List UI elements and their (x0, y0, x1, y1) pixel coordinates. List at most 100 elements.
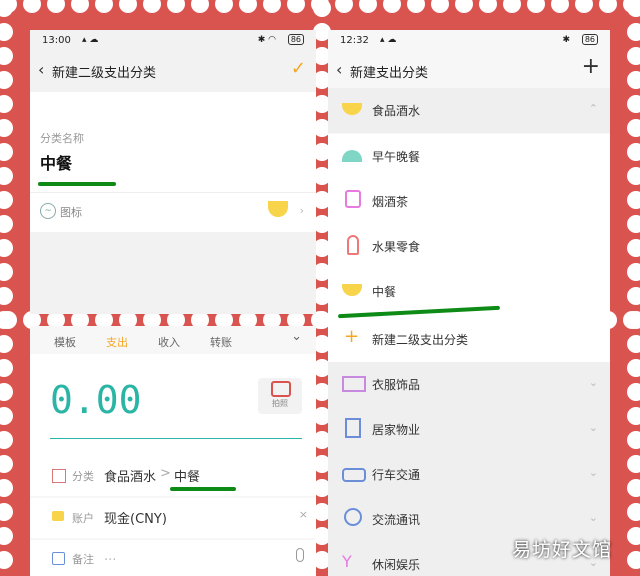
tab-bar: 模板 支出 收入 转账 ⌄ (30, 326, 316, 352)
note-label: 备注 (72, 553, 94, 566)
category-separator: > (160, 466, 171, 481)
perforation-hole (627, 263, 640, 281)
bluetooth-icon: ✱ (562, 35, 570, 45)
add-subcategory-row[interactable]: + 新建二级支出分类 (328, 317, 610, 362)
perforation-hole (627, 95, 640, 113)
name-card: 分类名称 中餐 ~ 图标 › (30, 92, 316, 232)
perforation-hole (623, 311, 640, 329)
category-list-panel: 12:32 ▴ ☁ ✱ 86 ‹ 新建支出分类 + 食品酒水 ⌃ 早午晚餐 烟酒… (328, 30, 610, 576)
clear-icon[interactable]: × (299, 508, 308, 521)
perforation-hole (627, 551, 640, 569)
sub-item[interactable]: 烟酒茶 (328, 179, 610, 224)
camera-button[interactable]: 拍照 (258, 378, 302, 414)
perforation-hole (627, 47, 640, 65)
sub-item[interactable]: 早午晚餐 (328, 134, 610, 179)
account-row[interactable]: 账户 现金(CNY) × (30, 498, 316, 538)
page-title: 新建支出分类 (350, 66, 429, 81)
perforation-hole (627, 431, 640, 449)
category-item-label: 居家物业 (372, 423, 421, 437)
microphone-icon[interactable] (296, 548, 304, 562)
top-nav: ‹ 新建二级支出分类 ✓ (30, 52, 316, 90)
chevron-right-icon: › (299, 204, 304, 217)
category-name-input[interactable]: 中餐 (40, 150, 72, 174)
green-underline (170, 487, 236, 491)
sub-item[interactable]: 水果零食 (328, 224, 610, 269)
category-item-label: 休闲娱乐 (372, 558, 421, 572)
category-item-label: 交流通讯 (372, 513, 421, 527)
perforation-hole (627, 455, 640, 473)
tab-income[interactable]: 收入 (158, 334, 180, 350)
perforation-hole (627, 0, 640, 17)
icon-row[interactable]: ~ 图标 › (30, 193, 316, 232)
back-icon[interactable]: ‹ (336, 60, 342, 79)
category-item-label: 衣服饰品 (372, 378, 421, 392)
camera-icon (271, 381, 291, 397)
add-icon: + (344, 326, 360, 347)
chevron-down-icon: ⌄ (588, 466, 598, 479)
category-label: 分类 (72, 470, 94, 483)
cocktail-icon: Y (342, 552, 352, 571)
amount-display[interactable]: 0.00 (50, 378, 142, 422)
bag-icon (345, 190, 361, 208)
account-label: 账户 (72, 512, 94, 525)
sub-items-list: 早午晚餐 烟酒茶 水果零食 中餐 + 新建二级支出分类 (328, 134, 610, 362)
tab-template[interactable]: 模板 (54, 334, 76, 350)
confirm-check-icon[interactable]: ✓ (291, 58, 306, 79)
sub-item-label: 中餐 (372, 285, 397, 299)
add-icon[interactable]: + (582, 54, 600, 79)
amount-card: 0.00 拍照 (30, 354, 316, 472)
tab-expense[interactable]: 支出 (106, 334, 128, 350)
bowl-icon (342, 284, 362, 296)
bowl-icon (268, 201, 288, 217)
note-row[interactable]: 备注 ... (30, 540, 316, 576)
clothes-icon (342, 376, 366, 392)
record-panel: 模板 支出 收入 转账 ⌄ 0.00 拍照 分类 食品酒水 > 中餐 账户 现金… (30, 326, 316, 576)
chevron-down-icon: ⌄ (588, 511, 598, 524)
status-time: 13:00 (42, 35, 71, 46)
back-icon[interactable]: ‹ (38, 60, 44, 79)
status-time: 12:32 (340, 35, 369, 46)
status-bar: 13:00 ▴ ☁ ✱ ◠ 86 (30, 30, 316, 52)
wallet-icon (52, 511, 64, 521)
sub-item-label: 早午晚餐 (372, 150, 421, 164)
perforation-hole (627, 167, 640, 185)
perforation-hole (627, 383, 640, 401)
bowl-icon (342, 103, 362, 115)
amount-underline (50, 438, 302, 439)
dish-icon (342, 150, 362, 162)
chevron-down-icon: ⌄ (588, 376, 598, 389)
status-bar: 12:32 ▴ ☁ ✱ 86 (328, 30, 610, 52)
expand-tabs-icon[interactable]: ⌄ (291, 329, 302, 344)
category-item[interactable]: 居家物业 ⌄ (328, 407, 610, 452)
field-label: 分类名称 (40, 132, 84, 145)
perforation-hole (627, 71, 640, 89)
battery-icon: 86 (581, 34, 598, 45)
perforation-hole (627, 119, 640, 137)
signal-icon: ▴ ☁ (380, 35, 397, 45)
category-item[interactable]: 衣服饰品 ⌄ (328, 362, 610, 407)
category-child: 中餐 (174, 470, 201, 485)
perforation-hole (627, 335, 640, 353)
group-label: 食品酒水 (372, 104, 421, 118)
perforation-hole (627, 503, 640, 521)
green-underline (38, 182, 116, 186)
perforation-hole (627, 407, 640, 425)
phone-icon (344, 508, 362, 526)
top-nav: ‹ 新建支出分类 + (328, 52, 610, 90)
home-icon (345, 418, 361, 438)
category-item[interactable]: 行车交通 ⌄ (328, 452, 610, 497)
category-icon (52, 469, 66, 483)
sub-item-label: 烟酒茶 (372, 195, 409, 209)
chevron-up-icon: ⌃ (588, 102, 598, 115)
category-item-label: 行车交通 (372, 468, 421, 482)
category-row[interactable]: 分类 食品酒水 > 中餐 (30, 456, 316, 496)
tab-transfer[interactable]: 转账 (210, 334, 232, 350)
note-input[interactable]: ... (104, 549, 116, 564)
group-header-food[interactable]: 食品酒水 ⌃ (328, 88, 610, 133)
perforation-hole (627, 23, 640, 41)
perforation-hole (627, 359, 640, 377)
icon-row-icon: ~ (40, 203, 56, 219)
signal-icon: ▴ ☁ (82, 35, 99, 45)
page-title: 新建二级支出分类 (52, 66, 157, 81)
popsicle-icon (347, 235, 359, 255)
